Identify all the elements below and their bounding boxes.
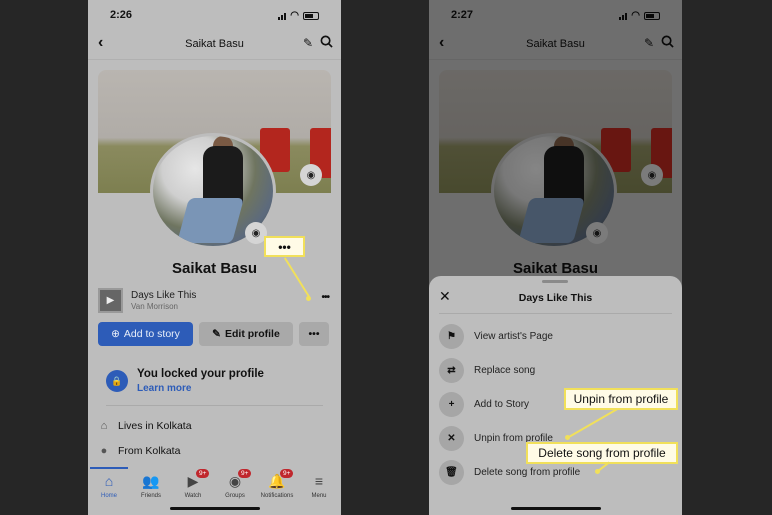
status-bar: 2:26 ◠: [88, 8, 341, 24]
locked-heading: You locked your profile: [137, 368, 264, 380]
plus-circle-icon: +: [439, 391, 464, 417]
home-icon: ⌂: [104, 473, 114, 489]
menu-item-view-artist[interactable]: ⚑ View artist's Page: [439, 323, 672, 349]
callout-more-button: •••: [264, 236, 305, 257]
friends-icon: 👥: [142, 473, 160, 489]
home-indicator: [170, 507, 260, 510]
camera-icon[interactable]: ◉: [300, 164, 322, 186]
top-nav: ‹ Saikat Basu ✎: [88, 30, 341, 60]
search-icon[interactable]: [320, 35, 333, 48]
sheet-grab-handle[interactable]: [542, 280, 568, 283]
learn-more-link[interactable]: Learn more: [137, 383, 191, 394]
notification-badge: 9+: [196, 469, 210, 478]
active-tab-indicator: [90, 467, 128, 469]
info-row-lives-in: ⌂ Lives in Kolkata: [98, 420, 192, 432]
edit-profile-button[interactable]: ✎ Edit profile: [199, 322, 293, 346]
battery-icon: [303, 11, 319, 20]
menu-icon: ≡: [314, 473, 324, 489]
song-artist: Van Morrison: [131, 302, 178, 311]
plus-circle-icon: ⊕: [111, 328, 120, 340]
tab-menu[interactable]: ≡ Menu: [298, 473, 340, 499]
x-circle-icon: ✕: [439, 425, 464, 451]
tab-home[interactable]: ⌂ Home: [88, 473, 130, 499]
song-more-button[interactable]: •••: [321, 292, 329, 303]
notification-badge: 9+: [238, 469, 252, 478]
callout-delete-song: Delete song from profile: [526, 442, 678, 464]
pencil-icon: ✎: [212, 328, 221, 340]
status-time: 2:26: [110, 9, 133, 21]
callout-dot: [306, 296, 311, 301]
callout-unpin: Unpin from profile: [564, 388, 678, 410]
signal-icon: [278, 12, 287, 20]
song-thumbnail: ▶: [98, 288, 123, 313]
divider: [106, 405, 323, 406]
add-to-story-button[interactable]: ⊕ Add to story: [98, 322, 193, 346]
home-indicator: [511, 507, 601, 510]
wifi-icon: ◠: [290, 10, 299, 21]
bottom-tab-bar: ⌂ Home 👥 Friends ▶ 9+ Watch ◉ 9+ Groups 🔔 9…: [88, 467, 341, 507]
notification-badge: 9+: [280, 469, 294, 478]
profile-screen: 2:26 ◠ ‹ Saikat Basu ✎ ◉ ◉ Saikat Basu ▶…: [88, 0, 341, 515]
trash-icon: 🗑: [439, 459, 464, 485]
sheet-title: Days Like This: [518, 292, 593, 304]
menu-item-replace-song[interactable]: ⇄ Replace song: [439, 357, 672, 383]
tab-watch[interactable]: ▶ 9+ Watch: [172, 469, 214, 499]
profile-actions: ⊕ Add to story ✎ Edit profile •••: [98, 322, 331, 346]
callout-dot: [595, 469, 600, 474]
home-icon: ⌂: [100, 420, 108, 432]
location-pin-icon: ●: [100, 445, 108, 457]
tab-notifications[interactable]: 🔔 9+ Notifications: [256, 469, 298, 499]
song-title: Days Like This: [131, 290, 197, 301]
callout-dot: [565, 435, 570, 440]
swap-icon: ⇄: [439, 357, 464, 383]
info-row-from: ● From Kolkata: [98, 445, 181, 457]
more-options-button[interactable]: •••: [299, 322, 329, 346]
pinned-song[interactable]: ▶ Days Like This Van Morrison •••: [98, 288, 331, 314]
song-options-screen: 2:27 ◠ ‹ Saikat Basu ✎ ◉ ◉ Saikat Basu ✕…: [429, 0, 682, 515]
divider: [439, 313, 672, 314]
flag-icon: ⚑: [439, 323, 464, 349]
locked-profile-notice: 🔒 You locked your profile Learn more: [106, 365, 323, 400]
shield-lock-icon: 🔒: [106, 370, 128, 392]
profile-name: Saikat Basu: [171, 260, 258, 277]
tab-friends[interactable]: 👥 Friends: [130, 473, 172, 499]
tab-groups[interactable]: ◉ 9+ Groups: [214, 469, 256, 499]
edit-pencil-icon[interactable]: ✎: [303, 36, 313, 50]
